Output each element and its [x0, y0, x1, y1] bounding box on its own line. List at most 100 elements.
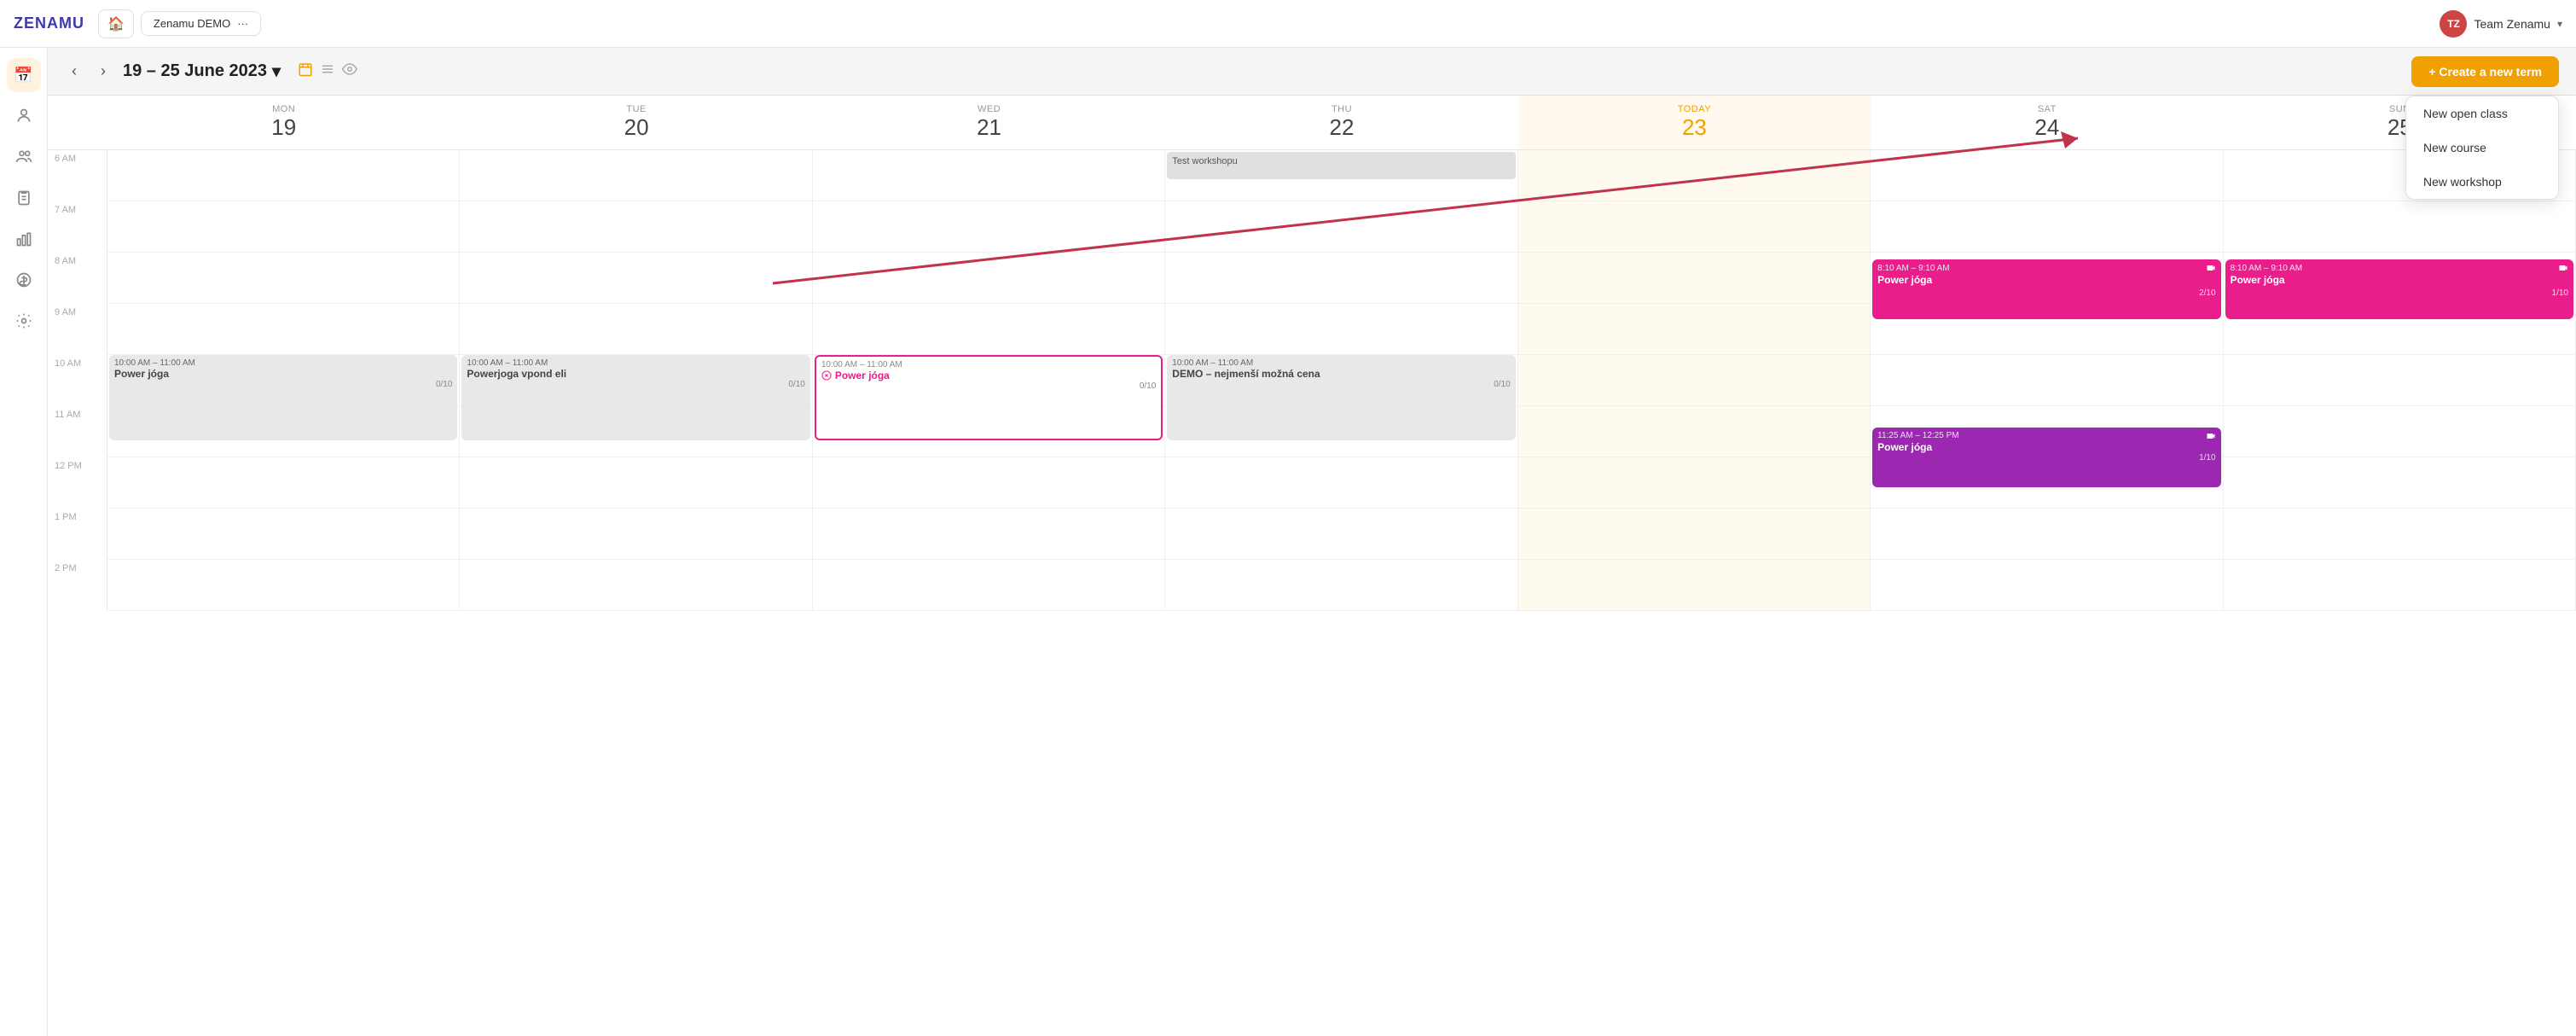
cell-mon-7am	[107, 201, 460, 253]
cell-wed-1pm	[813, 509, 1165, 560]
prev-button[interactable]: ‹	[65, 59, 84, 84]
logo: ZENAMU	[14, 15, 84, 32]
cell-tue-9am	[460, 304, 812, 355]
cell-today-6am	[1518, 150, 1871, 201]
calendar-grid: MON 19 TUE 20 WED 21 THU 22 TODAY 23	[48, 96, 2576, 611]
cell-sat-7am	[1871, 201, 2223, 253]
sidebar-item-calendar[interactable]: 📅	[7, 58, 41, 92]
sidebar-item-clipboard[interactable]	[7, 181, 41, 215]
cell-today-2pm	[1518, 560, 1871, 611]
cell-thu-9am	[1165, 304, 1517, 355]
cell-sun-1pm	[2224, 509, 2576, 560]
time-label-7am: 7 AM	[48, 201, 107, 253]
cell-sun-11am	[2224, 406, 2576, 457]
day-header-today: TODAY 23	[1518, 96, 1871, 149]
calendar-toolbar: ‹ › 19 – 25 June 2023 ▾ + Create a new t…	[48, 48, 2576, 96]
event-power-joga-sat-morning[interactable]: 8:10 AM – 9:10 AM Power jóga 2/10	[1872, 259, 2220, 319]
time-label-12pm: 12 PM	[48, 457, 107, 509]
dropdown-new-open-class[interactable]: New open class	[2406, 96, 2558, 131]
calendar-grid-icon[interactable]	[298, 61, 313, 81]
home-button[interactable]: 🏠	[98, 9, 134, 38]
cell-tue-2pm	[460, 560, 812, 611]
user-chevron-icon: ▾	[2557, 18, 2562, 30]
cell-mon-12pm	[107, 457, 460, 509]
time-label-11am: 11 AM	[48, 406, 107, 457]
event-demo-thu[interactable]: 10:00 AM – 11:00 AM DEMO – nejmenší možn…	[1167, 355, 1515, 440]
cell-sun-7am	[2224, 201, 2576, 253]
event-power-joga-sun-morning[interactable]: 8:10 AM – 9:10 AM Power jóga 1/10	[2225, 259, 2573, 319]
cell-today-10am	[1518, 355, 1871, 406]
time-label-6am: 6 AM	[48, 150, 107, 201]
cell-sat-2pm	[1871, 560, 2223, 611]
sidebar-item-group[interactable]	[7, 140, 41, 174]
topbar: ZENAMU 🏠 Zenamu DEMO ··· TZ Team Zenamu …	[0, 0, 2576, 48]
cell-today-7am	[1518, 201, 1871, 253]
day-header-tue: TUE 20	[460, 96, 812, 149]
cell-wed-2pm	[813, 560, 1165, 611]
cell-wed-12pm	[813, 457, 1165, 509]
cell-sat-1pm	[1871, 509, 2223, 560]
avatar: TZ	[2440, 10, 2467, 38]
cell-mon-6am	[107, 150, 460, 201]
demo-selector[interactable]: Zenamu DEMO ···	[141, 11, 261, 36]
day-header-sat: SAT 24	[1871, 96, 2223, 149]
cell-wed-6am	[813, 150, 1165, 201]
list-view-icon[interactable]	[320, 61, 335, 81]
event-power-joga-sat-noon[interactable]: 11:25 AM – 12:25 PM Power jóga 1/10	[1872, 428, 2220, 487]
event-powerjoga-vpond-eli[interactable]: 10:00 AM – 11:00 AM Powerjoga vpond eli …	[461, 355, 809, 440]
time-label-2pm: 2 PM	[48, 560, 107, 611]
sidebar: 📅	[0, 48, 48, 1036]
dropdown-new-workshop[interactable]: New workshop	[2406, 165, 2558, 199]
demo-label: Zenamu DEMO	[154, 17, 230, 30]
cell-mon-8am	[107, 253, 460, 304]
time-row-6am: 6 AM Test workshopu	[48, 150, 2576, 201]
calendar-main[interactable]: MON 19 TUE 20 WED 21 THU 22 TODAY 23	[48, 96, 2576, 1036]
view-icons	[298, 61, 357, 81]
cell-tue-7am	[460, 201, 812, 253]
dropdown-menu: New open class New course New workshop	[2405, 96, 2559, 200]
cell-thu-11am: 10:00 AM – 11:00 AM DEMO – nejmenší možn…	[1165, 406, 1517, 457]
next-button[interactable]: ›	[94, 59, 113, 84]
cell-today-12pm	[1518, 457, 1871, 509]
calendar-header: MON 19 TUE 20 WED 21 THU 22 TODAY 23	[48, 96, 2576, 150]
cell-wed-11am: 10:00 AM – 11:00 AM Power jóga 0/10	[813, 406, 1165, 457]
dropdown-new-course[interactable]: New course	[2406, 131, 2558, 165]
more-icon: ···	[237, 17, 248, 30]
sidebar-item-chart[interactable]	[7, 222, 41, 256]
cell-sat-8am: 8:10 AM – 9:10 AM Power jóga 2/10	[1871, 253, 2223, 304]
cell-sun-12pm	[2224, 457, 2576, 509]
cell-tue-11am: 10:00 AM – 11:00 AM Powerjoga vpond eli …	[460, 406, 812, 457]
create-term-button[interactable]: + Create a new term	[2411, 56, 2559, 87]
cell-wed-9am	[813, 304, 1165, 355]
user-menu[interactable]: TZ Team Zenamu ▾	[2440, 10, 2562, 38]
sidebar-item-dollar[interactable]	[7, 263, 41, 297]
sidebar-item-settings[interactable]	[7, 304, 41, 338]
eye-icon[interactable]	[342, 61, 357, 81]
cell-thu-2pm	[1165, 560, 1517, 611]
event-power-joga-wed[interactable]: 10:00 AM – 11:00 AM Power jóga 0/10	[815, 355, 1163, 440]
cell-today-1pm	[1518, 509, 1871, 560]
cell-thu-12pm	[1165, 457, 1517, 509]
time-row-2pm: 2 PM	[48, 560, 2576, 611]
cell-tue-6am	[460, 150, 812, 201]
sidebar-item-person[interactable]	[7, 99, 41, 133]
time-row-8am: 8 AM 8:10 AM – 9:10 AM Power jóga 2/10	[48, 253, 2576, 304]
cell-mon-11am: 10:00 AM – 11:00 AM Power jóga 0/10	[107, 406, 460, 457]
day-header-mon: MON 19	[107, 96, 460, 149]
cell-wed-8am	[813, 253, 1165, 304]
event-test-workshopu[interactable]: Test workshopu	[1167, 152, 1515, 179]
cell-tue-1pm	[460, 509, 812, 560]
username: Team Zenamu	[2474, 17, 2550, 31]
cell-thu-8am	[1165, 253, 1517, 304]
cell-sun-10am	[2224, 355, 2576, 406]
date-range[interactable]: 19 – 25 June 2023 ▾	[123, 61, 281, 82]
cell-thu-1pm	[1165, 509, 1517, 560]
time-label-8am: 8 AM	[48, 253, 107, 304]
cell-sun-8am: 8:10 AM – 9:10 AM Power jóga 1/10	[2224, 253, 2576, 304]
time-label-10am: 10 AM	[48, 355, 107, 406]
time-label-1pm: 1 PM	[48, 509, 107, 560]
event-power-joga-mon[interactable]: 10:00 AM – 11:00 AM Power jóga 0/10	[109, 355, 457, 440]
cell-mon-1pm	[107, 509, 460, 560]
cell-tue-8am	[460, 253, 812, 304]
cell-thu-6am: Test workshopu	[1165, 150, 1517, 201]
